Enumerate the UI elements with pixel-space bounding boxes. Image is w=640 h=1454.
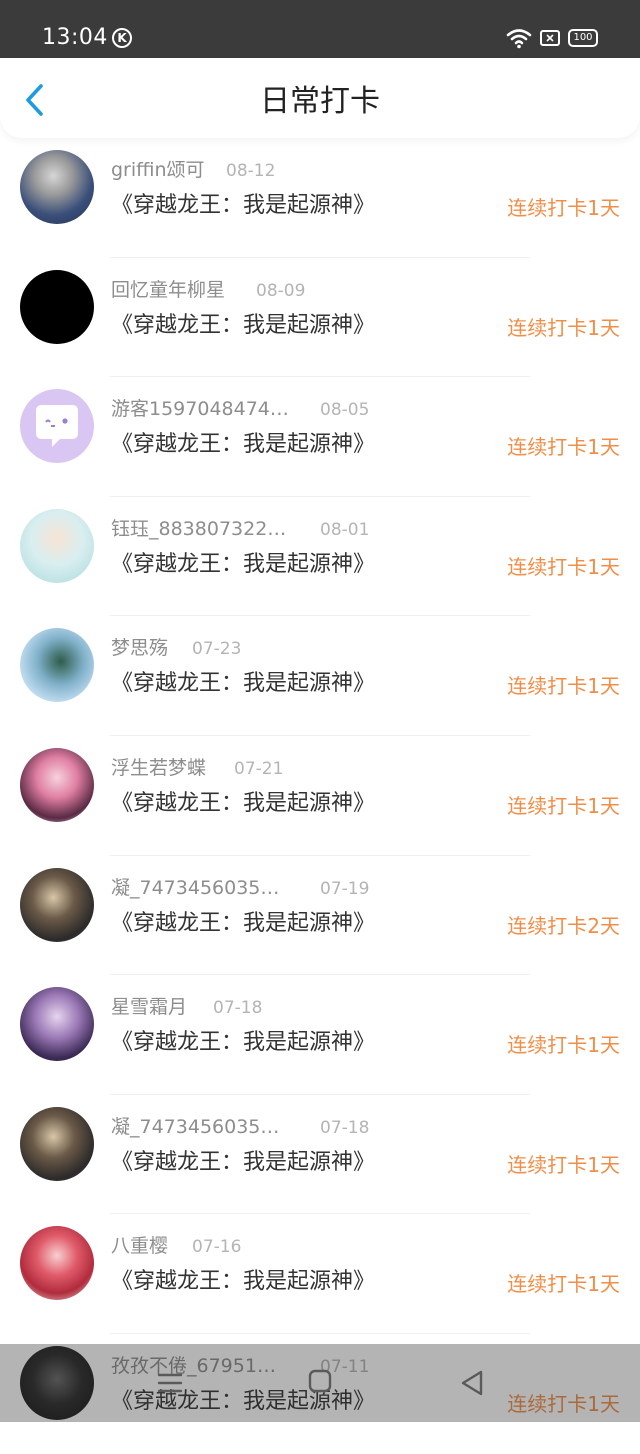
book-title: 《穿越龙王：我是起源神》 xyxy=(111,432,376,458)
book-title: 《穿越龙王：我是起源神》 xyxy=(111,551,376,577)
book-title: 《穿越龙王：我是起源神》 xyxy=(111,1030,376,1056)
avatar[interactable] xyxy=(20,389,94,464)
list-item[interactable]: 回忆童年柳星 08-09 《穿越龙王：我是起源神》 连续打卡1天 xyxy=(0,258,640,378)
book-title: 《穿越龙王：我是起源神》 xyxy=(111,193,376,218)
checkin-date: 08-09 xyxy=(256,280,306,301)
username[interactable]: 凝_7473456035… xyxy=(111,1115,279,1139)
header: 日常打卡 xyxy=(0,58,640,138)
username[interactable]: 八重樱 xyxy=(111,1234,168,1258)
sim-icon xyxy=(540,30,560,46)
avatar[interactable] xyxy=(20,867,94,942)
username[interactable]: griffin颂可 xyxy=(111,158,205,182)
list-item[interactable]: griffin颂可 08-12 《穿越龙王：我是起源神》 连续打卡1天 xyxy=(0,138,640,258)
checkin-date: 08-01 xyxy=(320,519,370,540)
username[interactable]: 钰珏_883807322… xyxy=(111,517,286,541)
avatar[interactable] xyxy=(20,508,94,583)
streak-label: 连续打卡2天 xyxy=(507,913,620,938)
list-item[interactable]: 浮生若梦蝶 07-21 《穿越龙王：我是起源神》 连续打卡1天 xyxy=(0,736,640,856)
book-title: 《穿越龙王：我是起源神》 xyxy=(111,312,376,338)
avatar[interactable] xyxy=(20,269,94,344)
k-app-icon: K xyxy=(112,28,132,48)
list-item[interactable]: 凝_7473456035… 07-19 《穿越龙王：我是起源神》 连续打卡2天 xyxy=(0,856,640,976)
list-item[interactable]: 游客1597048474… 08-05 《穿越龙王：我是起源神》 连续打卡1天 xyxy=(0,377,640,497)
checkin-date: 07-19 xyxy=(320,878,370,899)
chat-bubble-icon xyxy=(36,405,78,448)
checkin-date: 08-05 xyxy=(320,400,370,421)
username[interactable]: 浮生若梦蝶 xyxy=(111,756,206,780)
back-triangle-icon[interactable] xyxy=(459,1369,485,1397)
checkin-date: 07-23 xyxy=(192,639,242,660)
avatar[interactable] xyxy=(20,1226,94,1301)
book-title: 《穿越龙王：我是起源神》 xyxy=(111,790,376,816)
book-title: 《穿越龙王：我是起源神》 xyxy=(111,1269,376,1295)
streak-label: 连续打卡1天 xyxy=(507,1152,620,1177)
avatar[interactable] xyxy=(20,150,94,224)
page-title: 日常打卡 xyxy=(260,84,380,119)
status-time: 13:04 xyxy=(42,25,108,50)
username[interactable]: 星雪霜月 xyxy=(111,995,187,1019)
streak-label: 连续打卡1天 xyxy=(507,793,620,818)
streak-label: 连续打卡1天 xyxy=(507,674,620,699)
streak-label: 连续打卡1天 xyxy=(507,1272,620,1297)
checkin-list: griffin颂可 08-12 《穿越龙王：我是起源神》 连续打卡1天 回忆童年… xyxy=(0,138,640,1454)
book-title: 《穿越龙王：我是起源神》 xyxy=(111,910,376,936)
username[interactable]: 梦思殇 xyxy=(111,636,168,660)
book-title: 《穿越龙王：我是起源神》 xyxy=(111,1149,376,1175)
list-item[interactable]: 八重樱 07-16 《穿越龙王：我是起源神》 连续打卡1天 xyxy=(0,1214,640,1334)
streak-label: 连续打卡1天 xyxy=(507,554,620,579)
checkin-date: 08-12 xyxy=(226,161,276,181)
avatar[interactable] xyxy=(20,628,94,703)
list-item[interactable]: 梦思殇 07-23 《穿越龙王：我是起源神》 连续打卡1天 xyxy=(0,616,640,736)
system-nav-bar xyxy=(0,1344,640,1422)
streak-label: 连续打卡1天 xyxy=(507,315,620,340)
wifi-icon xyxy=(506,29,532,49)
checkin-date: 07-16 xyxy=(192,1237,242,1258)
avatar[interactable] xyxy=(20,747,94,822)
streak-label: 连续打卡1天 xyxy=(507,196,620,220)
username[interactable]: 游客1597048474… xyxy=(111,397,289,421)
streak-label: 连续打卡1天 xyxy=(507,435,620,460)
avatar[interactable] xyxy=(20,1106,94,1181)
checkin-date: 07-18 xyxy=(213,998,263,1019)
checkin-date: 07-21 xyxy=(234,758,284,779)
book-title: 《穿越龙王：我是起源神》 xyxy=(111,671,376,697)
list-item[interactable]: 星雪霜月 07-18 《穿越龙王：我是起源神》 连续打卡1天 xyxy=(0,975,640,1095)
streak-label: 连续打卡1天 xyxy=(507,1033,620,1058)
home-icon[interactable] xyxy=(308,1369,332,1393)
avatar[interactable] xyxy=(20,987,94,1062)
list-item[interactable]: 钰珏_883807322… 08-01 《穿越龙王：我是起源神》 连续打卡1天 xyxy=(0,497,640,617)
status-bar: 13:04 K 100 xyxy=(0,0,640,58)
username[interactable]: 回忆童年柳星 xyxy=(111,278,225,302)
battery-icon: 100 xyxy=(568,29,598,47)
menu-icon[interactable] xyxy=(157,1371,183,1395)
username[interactable]: 凝_7473456035… xyxy=(111,876,279,900)
list-item[interactable]: 凝_7473456035… 07-18 《穿越龙王：我是起源神》 连续打卡1天 xyxy=(0,1095,640,1215)
checkin-date: 07-18 xyxy=(320,1117,370,1138)
